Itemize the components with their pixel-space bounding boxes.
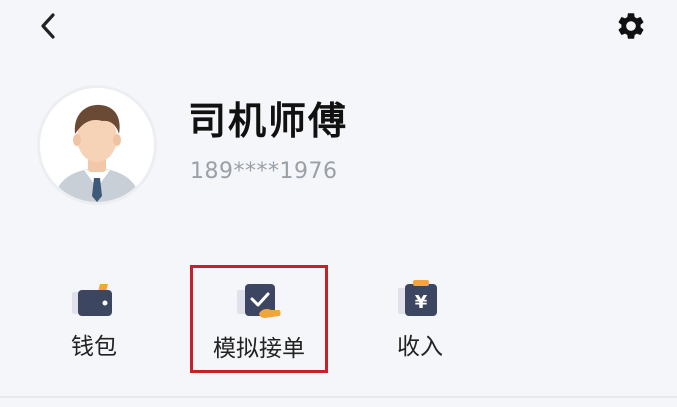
svg-text:¥: ¥ bbox=[415, 292, 428, 313]
income-button[interactable]: ¥ 收入 bbox=[370, 262, 470, 372]
wallet-label: 钱包 bbox=[71, 334, 117, 360]
wallet-button[interactable]: 钱包 bbox=[44, 262, 144, 372]
user-phone: 189****1976 bbox=[190, 159, 338, 184]
gear-icon bbox=[618, 13, 644, 39]
settings-button[interactable] bbox=[613, 8, 649, 44]
simulate-order-button[interactable]: 模拟接单 bbox=[190, 265, 328, 373]
income-label: 收入 bbox=[397, 334, 443, 360]
back-button[interactable] bbox=[30, 8, 66, 44]
driver-avatar-icon bbox=[40, 88, 154, 202]
chevron-left-icon bbox=[41, 13, 55, 39]
user-name: 司机师傅 bbox=[188, 99, 349, 143]
simulate-order-label: 模拟接单 bbox=[213, 336, 305, 362]
simulate-order-icon bbox=[235, 280, 283, 324]
wallet-icon bbox=[70, 278, 118, 322]
income-icon: ¥ bbox=[396, 278, 444, 322]
avatar[interactable] bbox=[40, 88, 154, 202]
profile-screen: 司机师傅 189****1976 钱包 模拟接单 ¥ 收入 bbox=[0, 0, 677, 407]
divider bbox=[0, 396, 677, 398]
